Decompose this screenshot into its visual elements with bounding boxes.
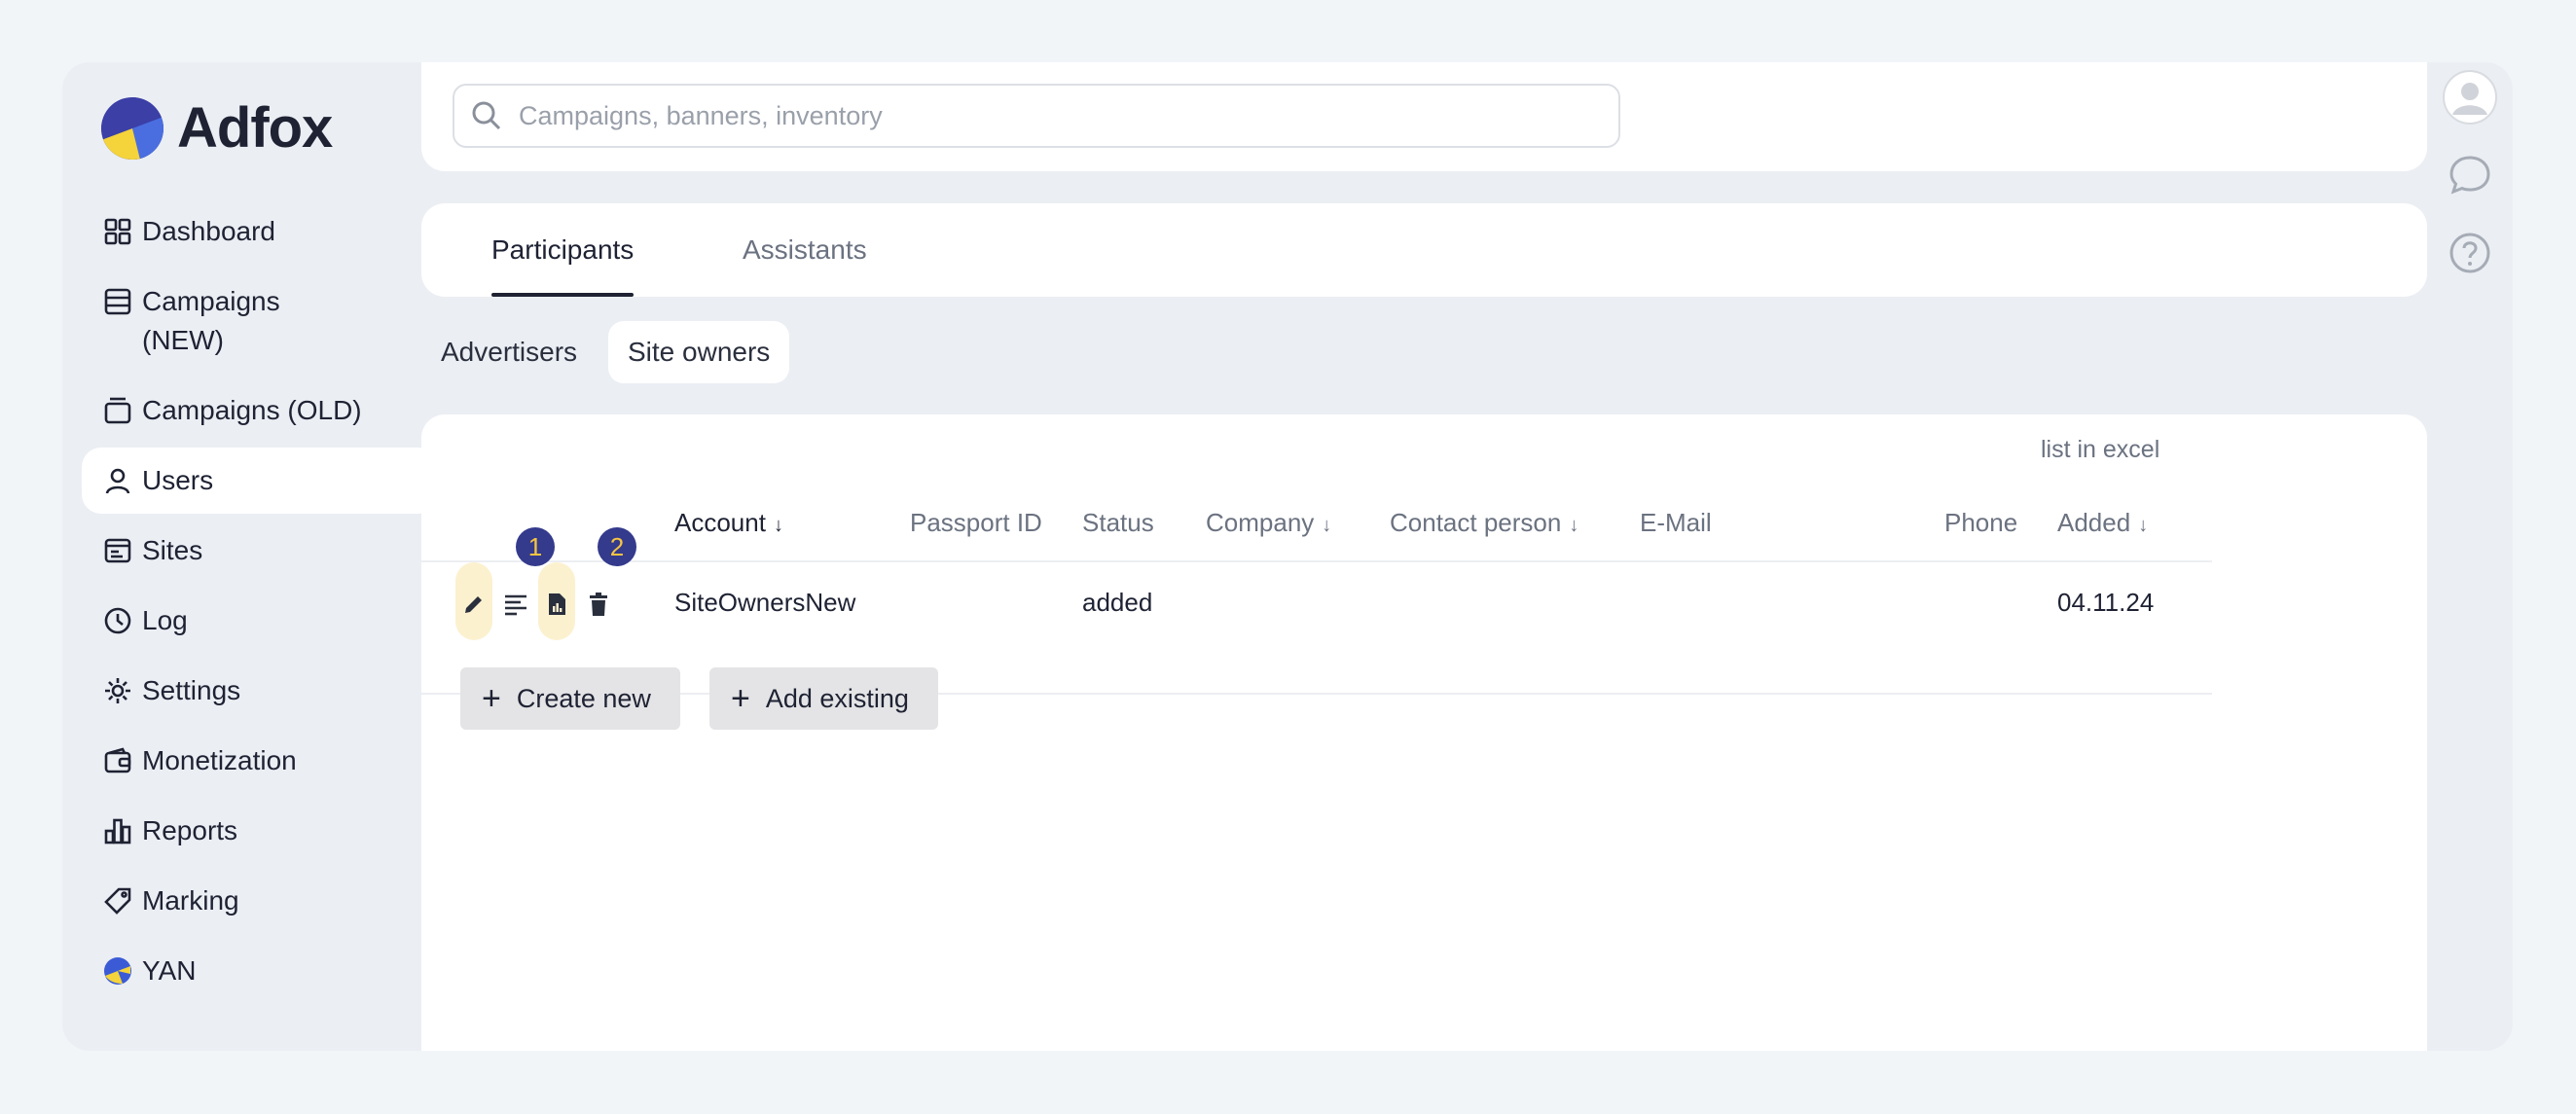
user-icon [103, 466, 132, 495]
column-header-passport-id: Passport ID [910, 508, 1042, 537]
users-table-panel: list in excel Account ↓ Passport ID Statu… [421, 414, 2427, 1051]
avatar-icon[interactable] [2443, 70, 2497, 125]
sidebar-item-settings[interactable]: Settings [82, 658, 438, 724]
list-in-excel-link[interactable]: list in excel [2041, 436, 2159, 464]
column-header-status: Status [1082, 508, 1154, 537]
sidebar-item-campaigns-new[interactable]: Campaigns (NEW) [82, 269, 438, 374]
adfox-logo-icon [101, 96, 163, 160]
tab-participants[interactable]: Participants [491, 203, 635, 297]
sidebar-item-reports[interactable]: Reports [82, 798, 438, 864]
pencil-icon [465, 596, 482, 613]
report-button[interactable] [538, 562, 575, 640]
delete-button[interactable] [580, 562, 617, 640]
plus-icon: + [731, 680, 750, 717]
sort-arrow-icon: ↓ [773, 515, 783, 536]
app-window: Adfox Dashboard Campaigns (NEW) Campaign… [62, 62, 2513, 1051]
column-header-account[interactable]: Account ↓ [674, 508, 783, 538]
sidebar-item-label: Campaigns (OLD) [142, 395, 362, 425]
sites-icon [103, 536, 132, 565]
trash-icon [590, 593, 607, 616]
subtab-advertisers[interactable]: Advertisers [421, 321, 597, 383]
step-badge-2: 2 [598, 527, 636, 566]
row-divider [421, 693, 2212, 695]
details-button[interactable] [497, 562, 534, 640]
sidebar-item-monetization[interactable]: Monetization [82, 728, 438, 794]
sidebar-item-label: Reports [142, 815, 238, 845]
sidebar-item-label: Log [142, 605, 188, 635]
sidebar-item-label: Marking [142, 885, 239, 916]
column-header-email: E-Mail [1640, 508, 1712, 537]
column-header-phone: Phone [1944, 508, 2018, 537]
sidebar-item-campaigns-old[interactable]: Campaigns (OLD) [82, 377, 438, 444]
sidebar-item-label: Settings [142, 675, 241, 705]
cell-status: added [1082, 588, 1153, 617]
cell-account[interactable]: SiteOwnersNew [674, 588, 855, 618]
subtab-site-owners[interactable]: Site owners [608, 321, 790, 383]
create-new-button[interactable]: + Create new [460, 667, 680, 730]
sidebar-item-sites[interactable]: Sites [82, 518, 438, 584]
sidebar-item-label: Monetization [142, 745, 297, 775]
sidebar-item-yan[interactable]: YAN [82, 938, 438, 1004]
search-box[interactable] [453, 84, 1620, 148]
sidebar-item-label: YAN [142, 955, 197, 986]
column-header-label: Added [2057, 508, 2131, 537]
text-lines-icon [505, 594, 526, 616]
yan-logo-icon [103, 956, 132, 986]
clock-icon [103, 606, 132, 635]
column-header-company[interactable]: Company ↓ [1206, 508, 1331, 538]
sidebar-item-label: Campaigns (NEW) [142, 286, 280, 355]
sidebar-item-label: Dashboard [142, 216, 275, 246]
sidebar-item-dashboard[interactable]: Dashboard [82, 198, 438, 265]
wallet-icon [103, 746, 132, 775]
column-header-label: Contact person [1390, 508, 1562, 537]
campaigns-old-icon [103, 396, 132, 425]
sidebar-item-label: Sites [142, 535, 203, 565]
sort-arrow-icon: ↓ [1569, 515, 1579, 536]
row-divider [421, 560, 2212, 562]
button-label: Add existing [765, 683, 909, 713]
document-chart-icon [549, 593, 565, 615]
add-existing-button[interactable]: + Add existing [709, 667, 938, 730]
chat-icon[interactable] [2443, 148, 2497, 202]
sidebar-item-log[interactable]: Log [82, 588, 438, 654]
column-header-added[interactable]: Added ↓ [2057, 508, 2148, 538]
column-header-label: Company [1206, 508, 1315, 537]
search-input[interactable] [517, 99, 1591, 132]
help-icon[interactable] [2443, 226, 2497, 280]
tab-assistants[interactable]: Assistants [743, 203, 867, 297]
button-label: Create new [516, 683, 651, 713]
app-name: Adfox [177, 96, 333, 160]
adfox-logo[interactable]: Adfox [101, 95, 333, 161]
sort-arrow-icon: ↓ [1322, 515, 1332, 536]
column-header-contact-person[interactable]: Contact person ↓ [1390, 508, 1578, 538]
sidebar-item-label: Users [142, 465, 214, 495]
edit-button[interactable] [455, 562, 492, 640]
sort-arrow-icon: ↓ [2138, 515, 2149, 536]
sidebar-nav: Dashboard Campaigns (NEW) Campaigns (OLD… [82, 198, 438, 1008]
tag-icon [103, 886, 132, 916]
step-badge-1: 1 [516, 527, 555, 566]
sidebar-item-users[interactable]: Users [82, 448, 438, 514]
plus-icon: + [482, 680, 501, 717]
tabs-panel: Participants Assistants [421, 203, 2427, 297]
gear-icon [103, 676, 132, 705]
column-header-label: Account [674, 508, 766, 537]
sidebar-item-marking[interactable]: Marking [82, 868, 438, 934]
bar-chart-icon [103, 816, 132, 845]
search-panel [421, 62, 2427, 171]
search-icon [470, 99, 503, 132]
dashboard-icon [103, 217, 132, 246]
campaigns-new-icon [103, 287, 132, 316]
cell-added: 04.11.24 [2057, 588, 2155, 617]
